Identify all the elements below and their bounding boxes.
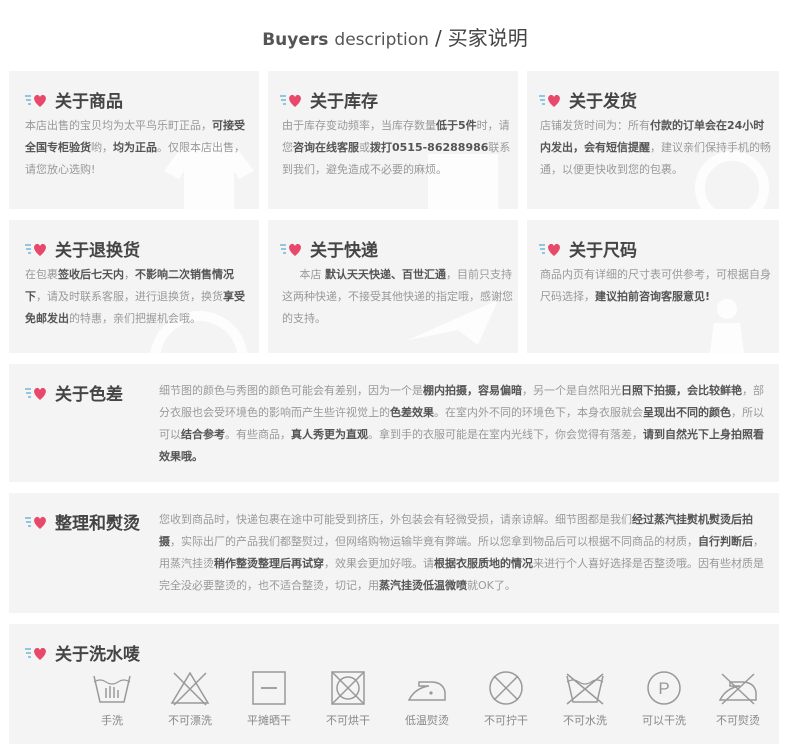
card-title: 关于商品 xyxy=(55,92,123,112)
wash-item: 不可烘干 xyxy=(313,670,383,728)
wash-item: 低温熨烫 xyxy=(392,670,462,728)
card-text: 您收到商品时，快递包裹在途中可能受到挤压，外包装会有轻微受损，请亲谅解。细节图都… xyxy=(159,513,764,592)
low-iron-icon xyxy=(407,681,446,701)
no-bleach-icon xyxy=(170,671,210,706)
card-shipping: 关于发货 店铺发货时间为：所有付款的订单会在24小时内发出，会有短信提醒，建议亲… xyxy=(527,71,779,209)
card-stock: 关于库存 由于库存变动频率，当库存数量低于5件时，请您咨询在线客服或拨打0515… xyxy=(268,71,518,209)
heart-icon xyxy=(23,384,49,402)
card-title: 关于库存 xyxy=(310,92,378,112)
heart-icon xyxy=(278,91,304,109)
card-title: 关于色差 xyxy=(55,385,123,405)
wash-label: 不可拧干 xyxy=(484,714,528,727)
card-washing: 关于洗水唛 手洗 不可漂洗 平摊晒干 不可烘干 低温熨烫 不可拧干 不可水洗 P… xyxy=(9,624,779,744)
card-text: 细节图的颜色与秀图的颜色可能会有差别，因为一个是棚内拍摄，容易偏暗，另一个是自然… xyxy=(159,384,764,463)
no-iron-icon xyxy=(718,673,757,705)
wash-item: P 可以干洗 xyxy=(629,670,699,728)
no-wring-icon xyxy=(489,671,523,705)
card-title: 关于退换货 xyxy=(55,241,140,261)
card-color: 关于色差 细节图的颜色与秀图的颜色可能会有差别，因为一个是棚内拍摄，容易偏暗，另… xyxy=(9,364,779,482)
heart-icon xyxy=(23,240,49,258)
card-size: 关于尺码 商品内页有详细的尺寸表可供参考，可根据自身尺码选择，建议拍前咨询客服意… xyxy=(527,220,779,353)
header-slash: / xyxy=(435,26,442,50)
dry-flat-icon xyxy=(252,671,286,705)
card-text: 本店出售的宝贝均为太平鸟乐町正品，可接受全国专柜验货哟，均为正品。仅限本店出售，… xyxy=(25,119,245,176)
card-title: 关于快递 xyxy=(310,241,378,261)
header-cn: 买家说明 xyxy=(447,26,528,50)
card-title: 关于洗水唛 xyxy=(55,645,140,665)
wash-item: 手洗 xyxy=(77,670,147,728)
wash-label: 不可熨烫 xyxy=(716,714,760,727)
wash-label: 手洗 xyxy=(101,714,123,727)
card-text: 在包裹签收后七天内，不影响二次销售情况下，请及时联系客服，进行退换货，换货享受免… xyxy=(25,268,245,325)
heart-icon xyxy=(23,513,49,531)
heart-icon xyxy=(537,91,563,109)
card-title: 整理和熨烫 xyxy=(55,514,140,534)
card-returns: 关于退换货 在包裹签收后七天内，不影响二次销售情况下，请及时联系客服，进行退换货… xyxy=(9,220,259,353)
svg-text:P: P xyxy=(658,679,669,698)
card-express: 关于快递 本店 默认天天快递、百世汇通，目前只支持这两种快递，不接受其他快递的指… xyxy=(268,220,518,353)
no-tumble-dry-icon xyxy=(331,671,365,705)
heart-icon xyxy=(23,644,49,662)
card-text: 商品内页有详细的尺寸表可供参考，可根据自身尺码选择，建议拍前咨询客服意见! xyxy=(540,268,771,303)
dry-clean-icon: P xyxy=(647,671,681,705)
wash-item: 平摊晒干 xyxy=(234,670,304,728)
card-title: 关于尺码 xyxy=(569,241,637,261)
wash-item: 不可熨烫 xyxy=(703,670,773,728)
card-ironing: 整理和熨烫 您收到商品时，快递包裹在途中可能受到挤压，外包装会有轻微受损，请亲谅… xyxy=(9,493,779,613)
wash-item: 不可水洗 xyxy=(550,670,620,728)
wash-label: 平摊晒干 xyxy=(247,714,291,727)
wash-label: 低温熨烫 xyxy=(405,714,449,727)
wash-label: 可以干洗 xyxy=(642,714,686,727)
wash-item: 不可拧干 xyxy=(471,670,541,728)
hand-wash-icon xyxy=(93,675,131,703)
heart-icon xyxy=(278,240,304,258)
card-product: 关于商品 本店出售的宝贝均为太平鸟乐町正品，可接受全国专柜验货哟，均为正品。仅限… xyxy=(9,71,259,209)
card-text: 由于库存变动频率，当库存数量低于5件时，请您咨询在线客服或拨打0515-8628… xyxy=(282,119,511,176)
heart-icon xyxy=(537,240,563,258)
card-title: 关于发货 xyxy=(569,92,637,112)
page-header: Buyers description / 买家说明 xyxy=(0,22,790,51)
wash-label: 不可烘干 xyxy=(326,714,370,727)
wash-label: 不可水洗 xyxy=(563,714,607,727)
wash-item: 不可漂洗 xyxy=(155,670,225,728)
no-wash-icon xyxy=(566,673,604,705)
card-text: 本店 默认天天快递、百世汇通，目前只支持这两种快递，不接受其他快递的指定哦，感谢… xyxy=(282,268,513,325)
heart-icon xyxy=(23,91,49,109)
header-normal: description xyxy=(334,30,429,50)
header-bold: Buyers xyxy=(262,30,329,50)
wash-label: 不可漂洗 xyxy=(168,714,212,727)
card-text: 店铺发货时间为：所有付款的订单会在24小时内发出，会有短信提醒，建议亲们保持手机… xyxy=(540,119,771,176)
